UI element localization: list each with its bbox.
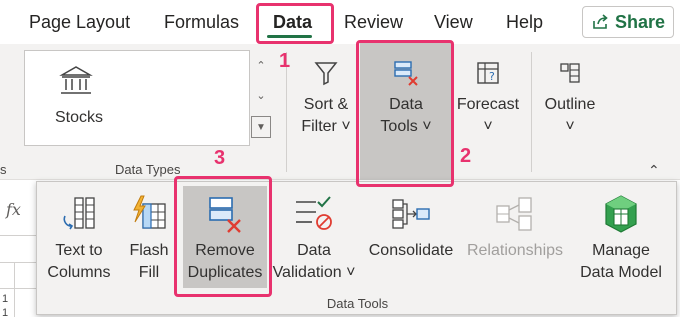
relationships-icon [493, 188, 537, 240]
share-button[interactable]: Share [582, 6, 674, 38]
annotation-box-data-tools [356, 40, 454, 187]
grid-line [0, 235, 36, 236]
sort-filter-button[interactable]: Sort & Filter ˅ [296, 52, 356, 138]
text-to-columns-line1: Text to [55, 242, 103, 259]
annotation-box-data-tab [256, 3, 334, 44]
text-to-columns-button[interactable]: Text to Columns [45, 188, 113, 284]
relationships-button[interactable]: Relationships [463, 188, 567, 262]
outline-button[interactable]: Outline ˅ [538, 52, 602, 138]
step-number-3: 3 [214, 147, 226, 169]
forecast-line1: Forecast [456, 96, 520, 113]
consolidate-button[interactable]: Consolidate [363, 188, 459, 262]
stocks-label: Stocks [55, 109, 104, 126]
flash-fill-line2: Fill [138, 264, 160, 281]
filter-icon [312, 52, 340, 94]
sort-filter-line2: Filter ˅ [301, 118, 351, 135]
svg-text:?: ? [489, 70, 495, 83]
gallery-down-icon[interactable]: ⌄ [251, 80, 271, 110]
data-tools-group-label: Data Tools [326, 296, 389, 311]
relationships-label: Relationships [466, 242, 564, 259]
text-to-columns-line2: Columns [47, 264, 111, 281]
outline-line1: Outline [544, 96, 596, 113]
row-number: 1 [2, 307, 9, 317]
flash-fill-button[interactable]: Flash Fill [121, 188, 177, 284]
data-tools-dropdown: Text to Columns Flash Fill Remove Duplic [36, 181, 677, 315]
annotation-box-remove-duplicates [174, 176, 272, 297]
forecast-button[interactable]: ? Forecast ˅ [456, 52, 520, 138]
tab-review[interactable]: Review [344, 12, 403, 33]
tab-formulas[interactable]: Formulas [164, 12, 239, 33]
step-number-1: 1 [279, 50, 291, 72]
data-validation-icon [292, 188, 336, 240]
consolidate-icon [389, 188, 433, 240]
data-validation-line1: Data [297, 242, 331, 259]
step-number-2: 2 [460, 145, 472, 167]
power-pivot-icon [599, 188, 643, 240]
flash-fill-icon [129, 188, 169, 240]
gallery-more-icon[interactable]: ▼ [251, 116, 271, 138]
manage-data-model-line1: Manage [592, 242, 650, 259]
bank-icon [59, 65, 93, 97]
data-types-gallery[interactable]: Stocks [24, 50, 250, 146]
text-to-columns-icon [61, 188, 97, 240]
share-icon [591, 13, 609, 31]
share-label: Share [614, 11, 666, 32]
data-types-group-label: Data Types [115, 162, 181, 177]
gallery-up-icon[interactable]: ⌃ [251, 50, 271, 80]
sort-filter-line1: Sort & [303, 96, 349, 113]
forecast-icon: ? [473, 52, 503, 94]
data-validation-line2: Validation ˅ [272, 264, 356, 281]
tab-page-layout[interactable]: Page Layout [29, 12, 130, 33]
grid-line [0, 262, 36, 263]
flash-fill-line1: Flash [129, 242, 169, 259]
manage-data-model-line2: Data Model [580, 264, 662, 281]
manage-data-model-button[interactable]: Manage Data Model [569, 188, 673, 284]
data-validation-button[interactable]: Data Validation ˅ [269, 188, 359, 284]
tab-help[interactable]: Help [506, 12, 543, 33]
ribbon-tab-bar: Page Layout Formulas Data Review View He… [0, 0, 680, 44]
fx-icon[interactable]: fx [6, 200, 36, 230]
row-number: 1 [2, 293, 9, 305]
group-divider [531, 52, 532, 172]
outline-icon [555, 52, 585, 94]
cut-off-group-label: s [0, 162, 7, 177]
outline-line2: ˅ [565, 118, 575, 135]
forecast-line2: ˅ [483, 118, 493, 135]
grid-line [0, 288, 36, 289]
gallery-scroll: ⌃ ⌄ ▼ [251, 50, 273, 146]
tab-view[interactable]: View [434, 12, 473, 33]
collapse-ribbon-icon[interactable]: ⌃ [648, 162, 660, 179]
consolidate-label: Consolidate [368, 242, 454, 259]
